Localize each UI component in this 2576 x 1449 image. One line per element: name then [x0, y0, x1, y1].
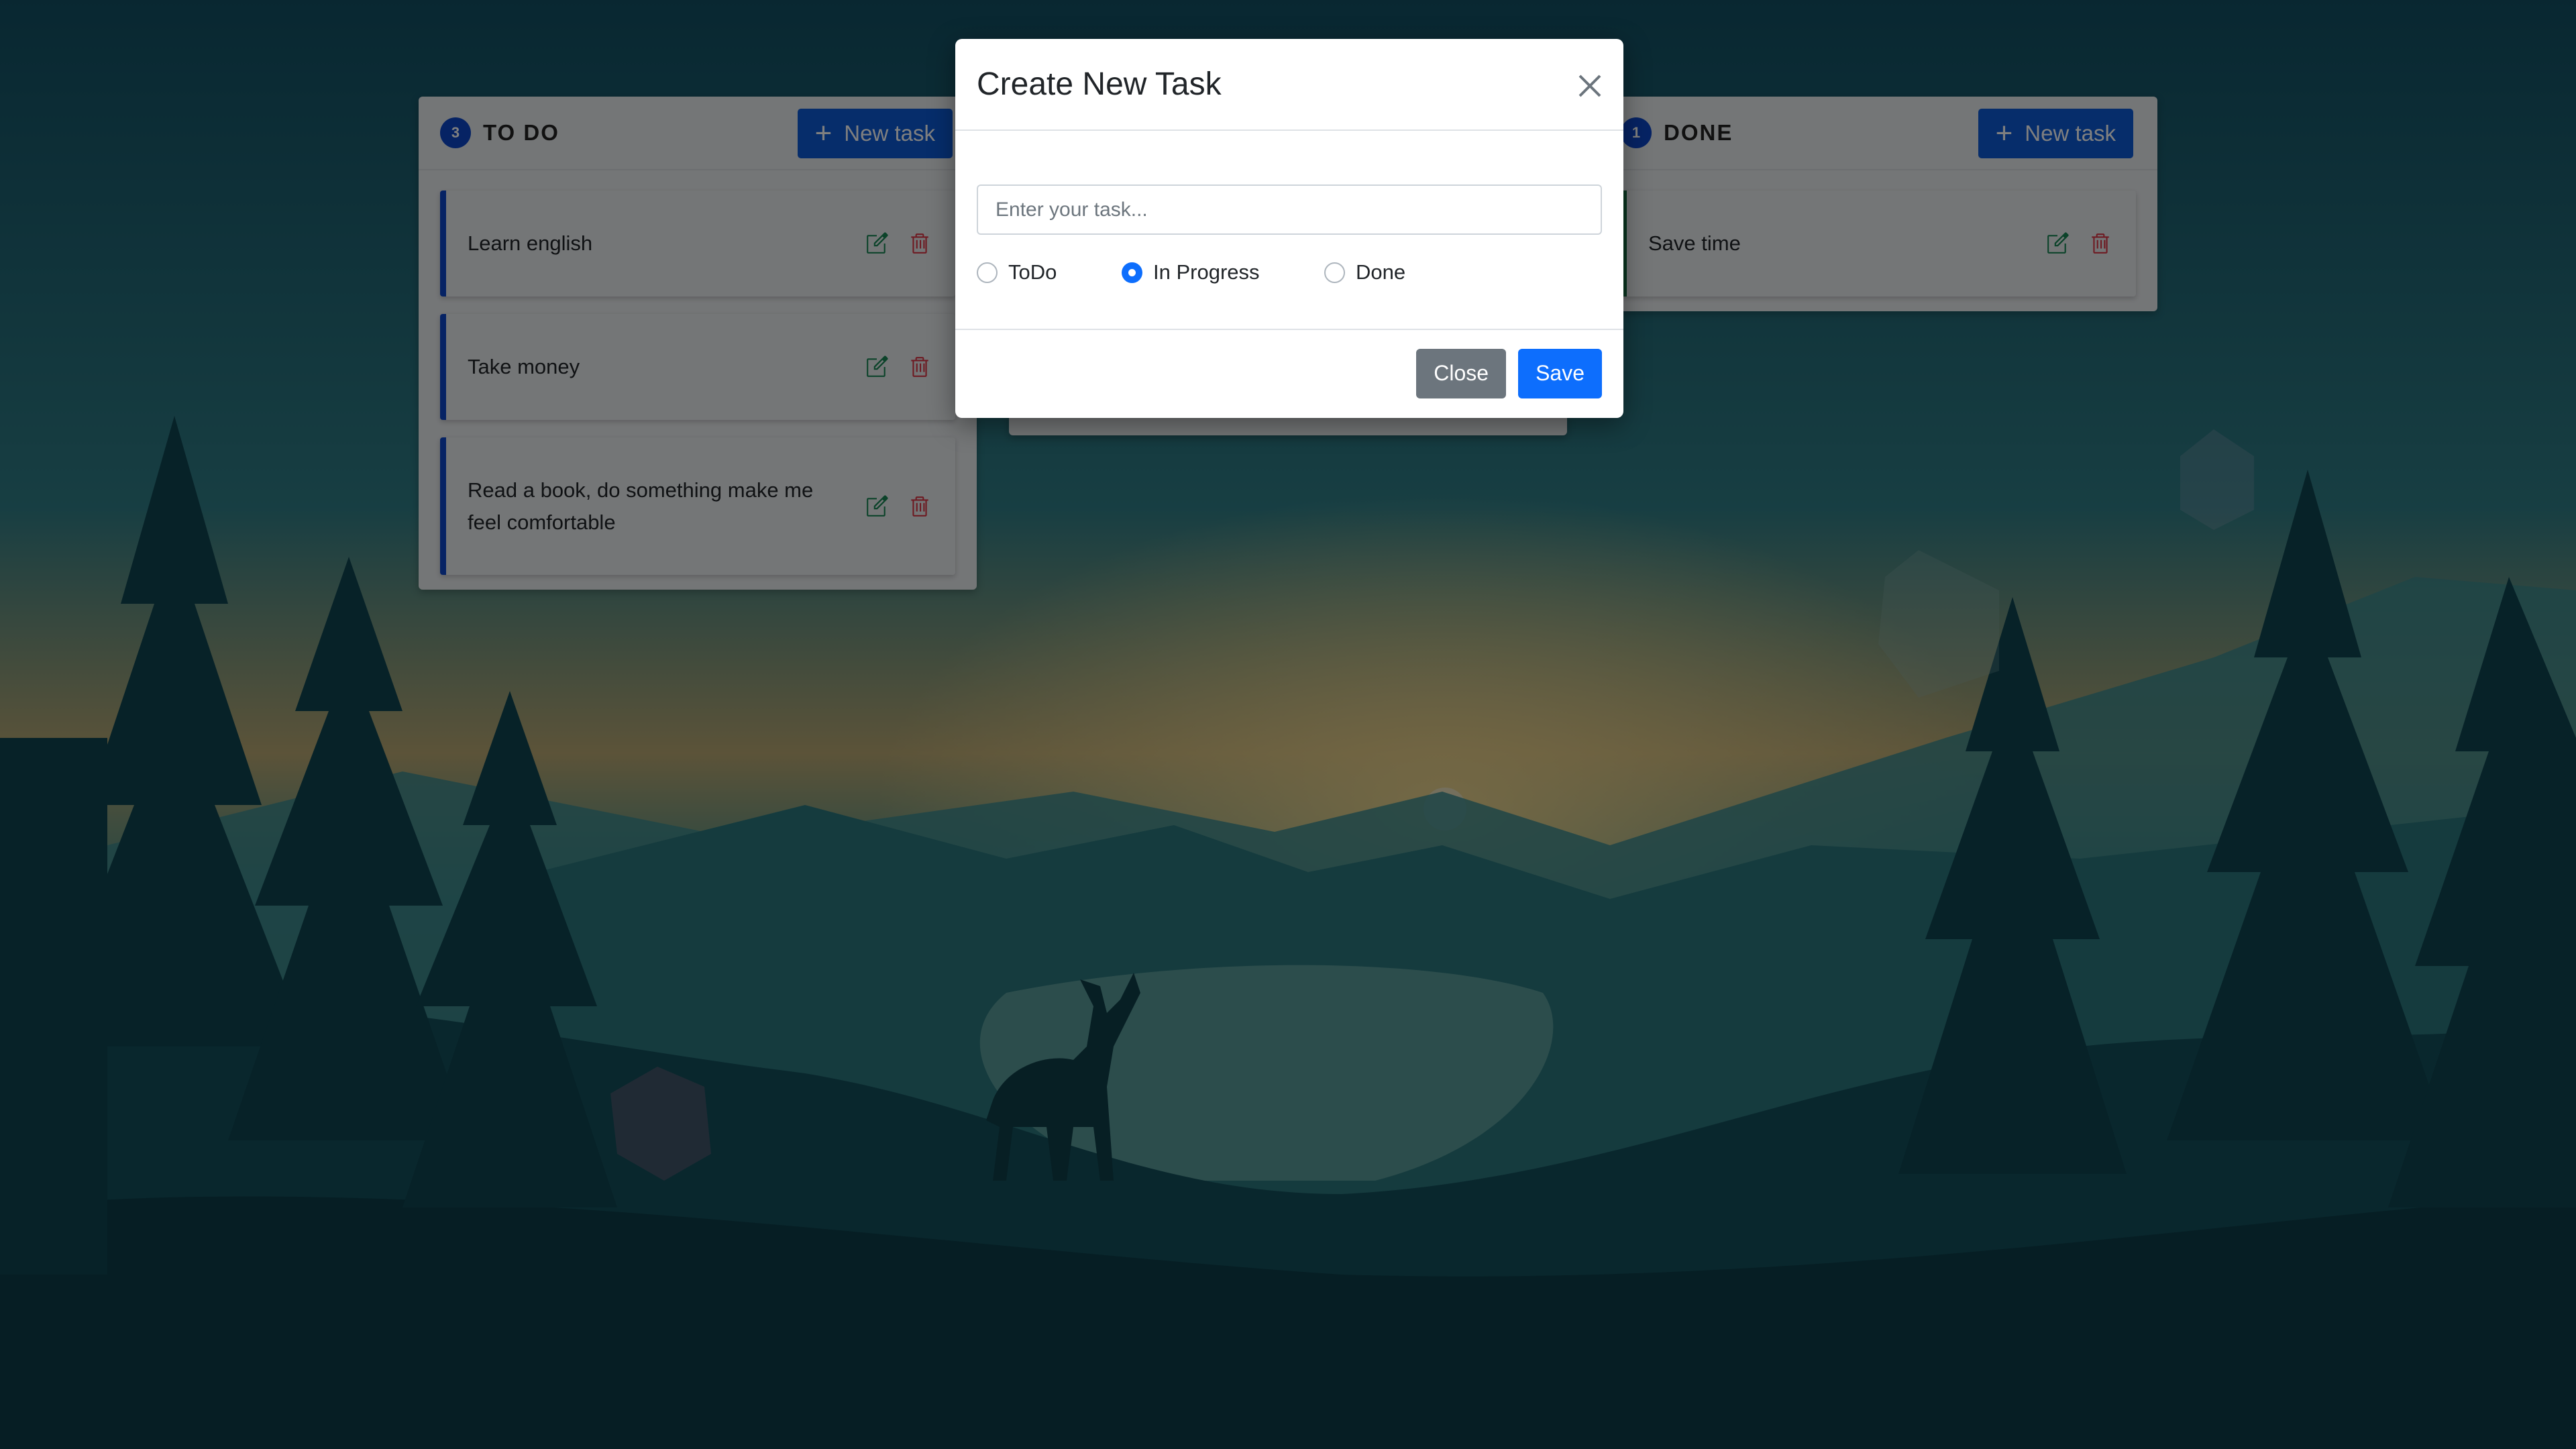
save-button[interactable]: Save: [1518, 348, 1602, 398]
radio-label: Done: [1356, 260, 1406, 284]
modal-footer: Close Save: [955, 330, 1623, 417]
create-task-modal: Create New Task ToDo In Progress Done Cl…: [955, 39, 1623, 418]
status-radio-in-progress[interactable]: In Progress: [1122, 260, 1324, 284]
close-button[interactable]: Close: [1416, 348, 1507, 398]
status-radio-group: ToDo In Progress Done: [977, 260, 1602, 284]
modal-header: Create New Task: [955, 39, 1623, 131]
modal-body: ToDo In Progress Done: [955, 131, 1623, 330]
task-input[interactable]: [977, 184, 1602, 235]
radio-label: In Progress: [1153, 260, 1260, 284]
radio-label: ToDo: [1008, 260, 1057, 284]
radio-button[interactable]: [1324, 262, 1345, 283]
status-radio-done[interactable]: Done: [1324, 260, 1405, 284]
close-icon[interactable]: [1576, 72, 1603, 99]
status-radio-todo[interactable]: ToDo: [977, 260, 1122, 284]
modal-title: Create New Task: [977, 66, 1222, 102]
radio-button[interactable]: [977, 262, 998, 283]
radio-button-checked[interactable]: [1122, 262, 1142, 283]
